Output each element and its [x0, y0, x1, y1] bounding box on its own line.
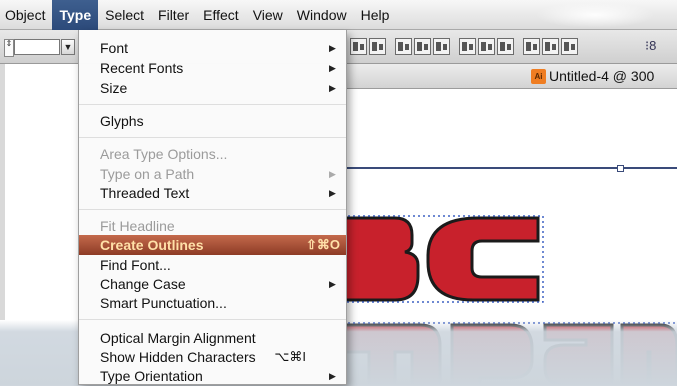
menu-item-type-orientation[interactable]: Type Orientation ▶	[79, 366, 346, 386]
submenu-arrow-icon: ▶	[329, 279, 336, 289]
menu-item-size[interactable]: Size ▶	[79, 78, 346, 98]
more-options-icon[interactable]: ⁝8	[645, 38, 656, 54]
menu-bar: Object Type Select Filter Effect View Wi…	[0, 0, 677, 30]
align-middle-icon[interactable]	[414, 38, 431, 55]
submenu-arrow-icon: ▶	[329, 83, 336, 93]
align-buttons	[350, 38, 580, 55]
align-left-icon[interactable]	[350, 38, 367, 55]
menu-item-shortcut: ⌥⌘I	[274, 349, 306, 364]
chevron-down-icon[interactable]: ▼	[61, 39, 75, 55]
menu-window[interactable]: Window	[290, 0, 354, 30]
menu-item-label: Create Outlines	[100, 237, 204, 253]
menu-item-find-font[interactable]: Find Font...	[79, 255, 346, 275]
menu-item-label: Smart Punctuation...	[100, 295, 227, 311]
menu-item-recent-fonts[interactable]: Recent Fonts ▶	[79, 58, 346, 78]
menu-item-type-on-a-path: Type on a Path ▶	[79, 164, 346, 184]
menu-item-change-case[interactable]: Change Case ▶	[79, 274, 346, 294]
menu-item-label: Change Case	[100, 276, 186, 292]
align-top-icon[interactable]	[395, 38, 412, 55]
menu-effect[interactable]: Effect	[196, 0, 246, 30]
menu-filter[interactable]: Filter	[151, 0, 196, 30]
control-input[interactable]	[14, 39, 60, 55]
document-title: Untitled-4 @ 300	[549, 68, 655, 84]
menu-item-label: Optical Margin Alignment	[100, 330, 256, 346]
submenu-arrow-icon: ▶	[329, 63, 336, 73]
menu-item-label: Fit Headline	[100, 218, 175, 234]
menu-help[interactable]: Help	[354, 0, 397, 30]
distribute-right-icon[interactable]	[561, 38, 578, 55]
menu-view[interactable]: View	[246, 0, 290, 30]
path-line[interactable]	[345, 167, 677, 169]
menu-item-font[interactable]: Font ▶	[79, 38, 346, 58]
align-bottom-icon[interactable]	[433, 38, 450, 55]
menu-item-threaded-text[interactable]: Threaded Text ▶	[79, 183, 346, 203]
distribute-hcenter-icon[interactable]	[542, 38, 559, 55]
spinner-icon[interactable]: ⇕	[4, 39, 14, 57]
menu-item-label: Type Orientation	[100, 368, 203, 384]
menu-item-label: Size	[100, 80, 128, 96]
menu-item-create-outlines[interactable]: Create Outlines ⇧⌘O	[79, 235, 346, 255]
menu-item-label: Font	[100, 40, 129, 56]
artwork-letter-c	[426, 216, 540, 302]
menu-item-label: Type on a Path	[100, 166, 195, 182]
distribute-center-icon[interactable]	[478, 38, 495, 55]
submenu-arrow-icon: ▶	[329, 169, 336, 179]
menu-separator	[79, 319, 346, 320]
distribute-top-icon[interactable]	[459, 38, 476, 55]
menu-separator	[79, 104, 346, 105]
menu-item-smart-punctuation[interactable]: Smart Punctuation...	[79, 293, 346, 313]
menu-item-label: Find Font...	[100, 257, 171, 273]
menu-item-label: Recent Fonts	[100, 60, 184, 76]
menubar-glow	[535, 2, 655, 28]
distribute-bottom-icon[interactable]	[497, 38, 514, 55]
menu-item-area-type-options: Area Type Options...	[79, 144, 346, 164]
menu-item-optical-margin-alignment[interactable]: Optical Margin Alignment	[79, 328, 346, 348]
menu-item-label: Threaded Text	[100, 185, 190, 201]
document-tab[interactable]: Ai Untitled-4 @ 300	[340, 64, 677, 89]
menu-item-label: Area Type Options...	[100, 146, 228, 162]
menu-item-label: Glyphs	[100, 113, 144, 129]
type-menu-dropdown: Font ▶ Recent Fonts ▶ Size ▶ Glyphs Area…	[78, 30, 347, 385]
align-center-icon[interactable]	[369, 38, 386, 55]
menu-item-fit-headline: Fit Headline	[79, 216, 346, 236]
menu-separator	[79, 209, 346, 210]
anchor-handle[interactable]	[617, 165, 624, 172]
menu-select[interactable]: Select	[98, 0, 151, 30]
menu-item-label: Show Hidden Characters	[100, 349, 256, 365]
artwork-letters-bc	[343, 216, 540, 302]
submenu-arrow-icon: ▶	[329, 188, 336, 198]
menu-separator	[79, 137, 346, 138]
menu-type[interactable]: Type	[52, 0, 99, 30]
artwork-letter-b	[343, 216, 420, 302]
submenu-arrow-icon: ▶	[329, 371, 336, 381]
menu-item-glyphs[interactable]: Glyphs	[79, 111, 346, 131]
submenu-arrow-icon: ▶	[329, 43, 336, 53]
menu-item-shortcut: ⇧⌘O	[305, 237, 340, 252]
ai-file-icon: Ai	[531, 69, 546, 84]
distribute-left-icon[interactable]	[523, 38, 540, 55]
menu-item-show-hidden-characters[interactable]: Show Hidden Characters ⌥⌘I	[79, 347, 346, 367]
menu-object[interactable]: Object	[0, 0, 52, 30]
